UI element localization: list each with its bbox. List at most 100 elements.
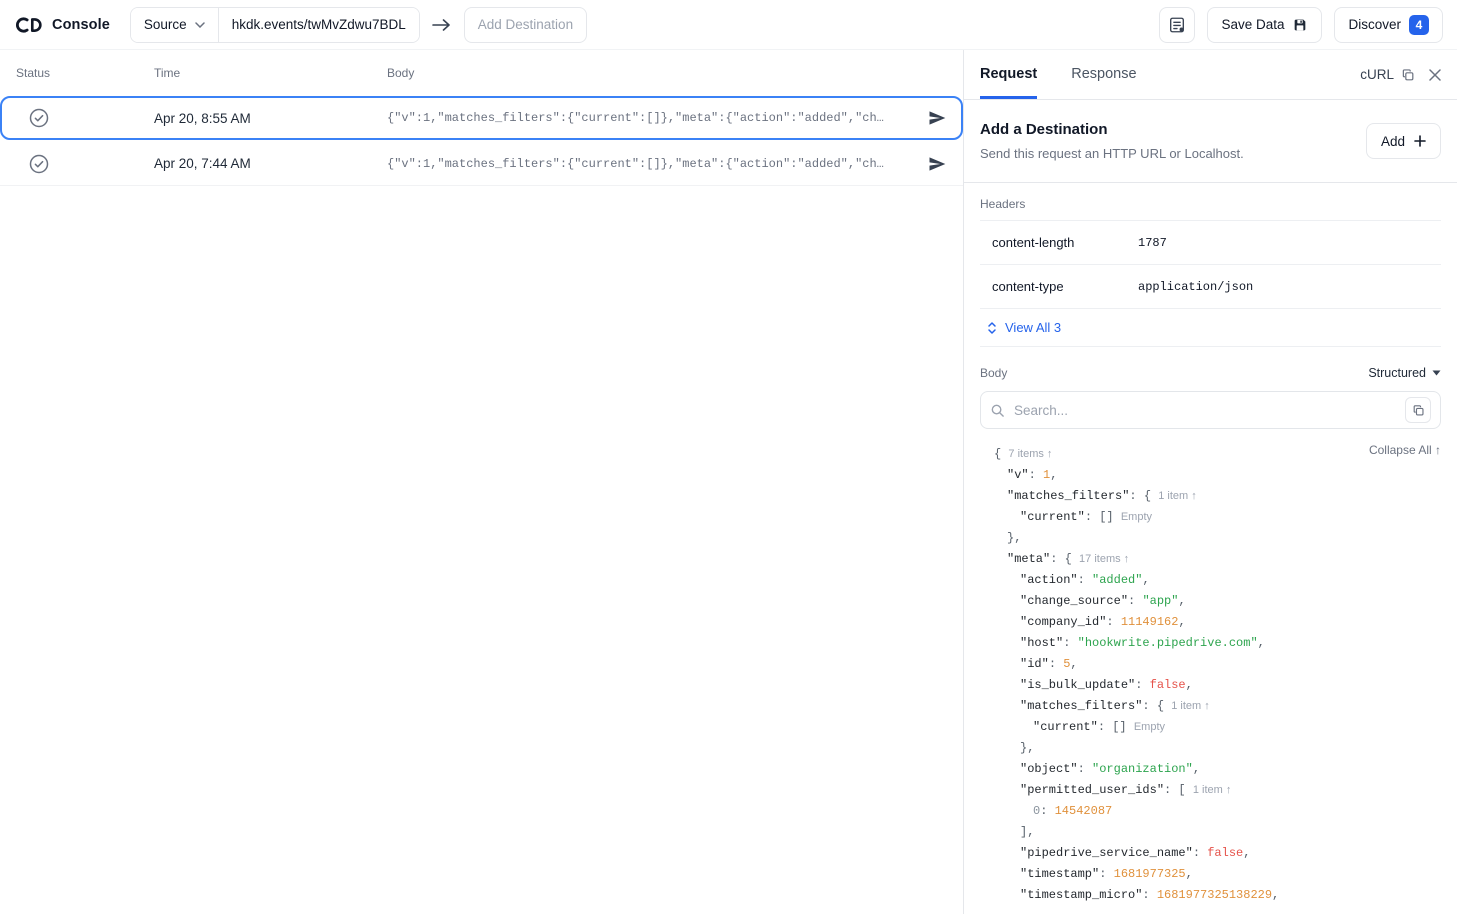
events-column-headers: Status Time Body — [0, 50, 963, 96]
json-line: "permitted_user_ids": [ 1 item ↑ — [994, 780, 1441, 801]
json-tree: Collapse All ↑ { 7 items ↑"v": 1,"matche… — [964, 429, 1457, 914]
json-meta-toggle[interactable]: 7 items ↑ — [1008, 448, 1052, 460]
destination-subtitle: Send this request an HTTP URL or Localho… — [980, 146, 1244, 161]
resend-event-button[interactable] — [927, 154, 947, 174]
json-punc: : { — [1129, 489, 1158, 503]
header-row: content-type application/json — [980, 265, 1441, 309]
json-line: "v": 1, — [994, 465, 1441, 486]
body-section: Body Structured — [964, 347, 1457, 429]
json-punc: , — [1070, 657, 1077, 671]
curl-button[interactable]: cURL — [1360, 67, 1415, 82]
search-icon — [990, 403, 1005, 418]
close-panel-button[interactable] — [1429, 69, 1441, 81]
json-punc: , — [1193, 762, 1200, 776]
tabbar-actions: cURL — [1360, 50, 1441, 99]
close-icon — [1429, 69, 1441, 81]
json-line: "timestamp": 1681977325, — [994, 864, 1441, 885]
headers-section: Headers content-length 1787 content-type… — [964, 183, 1457, 347]
add-destination-section: Add a Destination Send this request an H… — [964, 100, 1457, 183]
header-value: 1787 — [1138, 236, 1167, 250]
chevron-down-icon — [195, 22, 205, 28]
header-key: content-length — [992, 235, 1138, 250]
json-punc: : — [1029, 468, 1043, 482]
headers-label: Headers — [980, 197, 1441, 211]
add-button[interactable]: Add — [1366, 123, 1441, 159]
column-time: Time — [154, 66, 387, 80]
json-punc: : — [1106, 615, 1120, 629]
copy-body-button[interactable] — [1405, 397, 1431, 423]
save-data-button[interactable]: Save Data — [1207, 7, 1322, 43]
json-punc: : — [1193, 846, 1207, 860]
json-line: "host": "hookwrite.pipedrive.com", — [994, 633, 1441, 654]
send-icon — [927, 154, 947, 174]
json-punc: , — [1186, 678, 1193, 692]
console-logo-icon — [14, 16, 44, 34]
tab-response[interactable]: Response — [1071, 50, 1136, 99]
json-key: "is_bulk_update" — [1020, 678, 1135, 692]
json-key: "current" — [1033, 720, 1098, 734]
copy-icon — [1412, 404, 1425, 417]
json-meta-toggle[interactable]: 1 item ↑ — [1171, 700, 1210, 712]
json-punc: : [ — [1164, 783, 1193, 797]
json-meta-toggle[interactable]: 1 item ↑ — [1158, 490, 1197, 502]
json-punc: : — [1063, 636, 1077, 650]
json-line: "meta": { 17 items ↑ — [994, 549, 1441, 570]
json-key: "timestamp" — [1020, 867, 1099, 881]
tab-request[interactable]: Request — [980, 50, 1037, 99]
body-search-bar — [980, 391, 1441, 429]
events-panel: Status Time Body Apr 20, 8:55 AM {"v":1,… — [0, 50, 963, 914]
unfold-icon — [986, 321, 998, 335]
json-num: 14542087 — [1055, 804, 1113, 818]
json-lines: { 7 items ↑"v": 1,"matches_filters": { 1… — [994, 444, 1441, 906]
collapse-all-button[interactable]: Collapse All ↑ — [1369, 443, 1441, 457]
json-punc: : — [1128, 594, 1142, 608]
view-all-headers-button[interactable]: View All 3 — [980, 309, 1441, 347]
event-row[interactable]: Apr 20, 7:44 AM {"v":1,"matches_filters"… — [0, 142, 963, 186]
json-punc: : — [1142, 888, 1156, 902]
resend-event-button[interactable] — [927, 108, 947, 128]
json-line: "company_id": 11149162, — [994, 612, 1441, 633]
json-num: 1681977325138229 — [1157, 888, 1272, 902]
json-punc: : { — [1142, 699, 1171, 713]
json-line: 0: 14542087 — [994, 801, 1441, 822]
json-punc: : — [1099, 867, 1113, 881]
json-line: "current": [] Empty — [994, 717, 1441, 738]
brand-name: Console — [52, 17, 110, 33]
json-key: "v" — [1007, 468, 1029, 482]
discover-badge: 4 — [1409, 15, 1429, 35]
json-punc: ], — [1020, 825, 1034, 839]
copy-icon — [1401, 68, 1415, 82]
add-destination-button[interactable]: Add Destination — [464, 7, 587, 43]
json-key: "pipedrive_service_name" — [1020, 846, 1193, 860]
json-punc: : — [1135, 678, 1149, 692]
body-mode-dropdown[interactable]: Structured — [1368, 366, 1441, 380]
source-url[interactable]: hkdk.events/twMvZdwu7BDL — [219, 8, 419, 42]
json-punc: , — [1050, 468, 1057, 482]
json-meta-toggle[interactable]: 1 item ↑ — [1193, 784, 1232, 796]
discover-button[interactable]: Discover 4 — [1334, 7, 1443, 43]
json-str: "app" — [1142, 594, 1178, 608]
json-str: "added" — [1092, 573, 1142, 587]
save-icon — [1292, 17, 1308, 33]
main: Status Time Body Apr 20, 8:55 AM {"v":1,… — [0, 50, 1457, 914]
event-row[interactable]: Apr 20, 8:55 AM {"v":1,"matches_filters"… — [0, 96, 963, 140]
view-all-label: View All 3 — [1005, 320, 1061, 335]
save-data-label: Save Data — [1221, 17, 1284, 32]
json-punc: }, — [1020, 741, 1034, 755]
json-punc: }, — [1007, 531, 1021, 545]
check-circle-icon — [28, 153, 50, 175]
discover-label: Discover — [1348, 17, 1401, 32]
json-meta-toggle[interactable]: 17 items ↑ — [1079, 553, 1129, 565]
json-num: 1681977325 — [1114, 867, 1186, 881]
body-search-input[interactable] — [1014, 403, 1396, 418]
event-time: Apr 20, 7:44 AM — [154, 156, 387, 171]
event-log-button[interactable] — [1159, 7, 1195, 43]
json-punc: , — [1142, 573, 1149, 587]
event-time: Apr 20, 8:55 AM — [154, 111, 387, 126]
topbar: Console Source hkdk.events/twMvZdwu7BDL … — [0, 0, 1457, 50]
json-key: "action" — [1020, 573, 1078, 587]
source-dropdown[interactable]: Source — [131, 8, 218, 42]
detail-tabbar: Request Response cURL — [964, 50, 1457, 100]
header-value: application/json — [1138, 280, 1253, 294]
json-bool: false — [1150, 678, 1186, 692]
